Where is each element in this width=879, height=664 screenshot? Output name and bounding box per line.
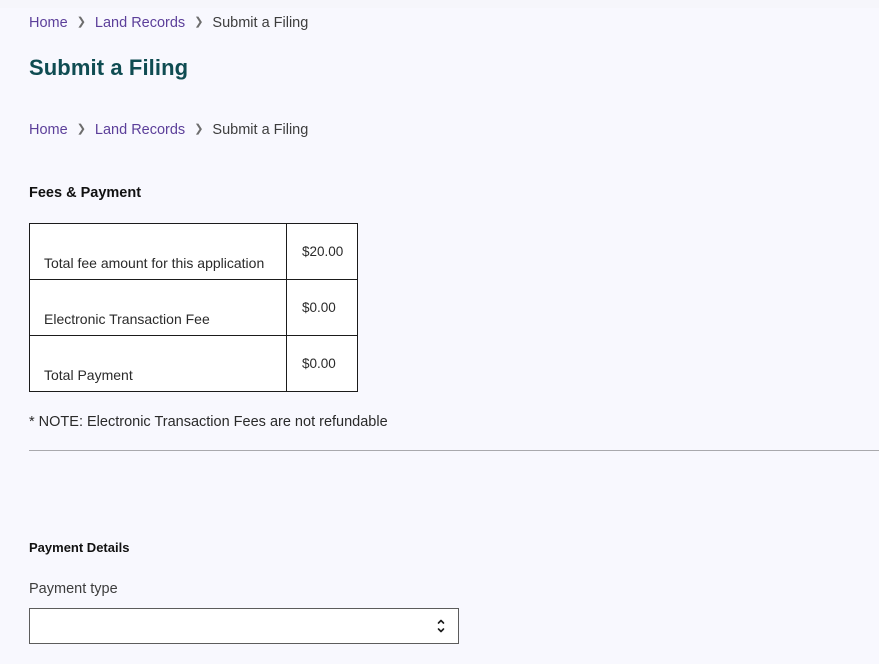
fee-label-cell: Total fee amount for this application <box>29 223 287 280</box>
breadcrumb-current: Submit a Filing <box>212 15 309 31</box>
fee-table: Total fee amount for this application $2… <box>29 223 358 392</box>
table-row: Electronic Transaction Fee $0.00 <box>29 279 358 336</box>
refund-note: * NOTE: Electronic Transaction Fees are … <box>29 414 388 430</box>
breadcrumb-home-link[interactable]: Home <box>29 14 68 32</box>
fee-value: $0.00 <box>302 300 336 315</box>
table-row: Total fee amount for this application $2… <box>29 223 358 280</box>
fees-payment-heading: Fees & Payment <box>29 185 142 201</box>
breadcrumb-land-records-link[interactable]: Land Records <box>95 14 185 32</box>
chevron-right-icon: ❯ <box>76 16 86 28</box>
fee-value-cell: $0.00 <box>286 279 358 336</box>
top-band <box>0 0 879 8</box>
table-row: Total Payment $0.00 <box>29 335 358 392</box>
fee-label: Total Payment <box>44 367 133 383</box>
fee-value: $0.00 <box>302 356 336 371</box>
chevron-right-icon: ❯ <box>194 123 204 135</box>
payment-type-label: Payment type <box>29 581 118 597</box>
chevron-right-icon: ❯ <box>76 123 86 135</box>
payment-details-heading: Payment Details <box>29 540 130 555</box>
breadcrumb-land-records-link[interactable]: Land Records <box>95 121 185 139</box>
fee-label-cell: Electronic Transaction Fee <box>29 279 287 336</box>
fee-label: Electronic Transaction Fee <box>44 311 210 327</box>
breadcrumb-current: Submit a Filing <box>212 122 309 138</box>
fee-label-cell: Total Payment <box>29 335 287 392</box>
chevron-right-icon: ❯ <box>194 16 204 28</box>
fee-value-cell: $0.00 <box>286 335 358 392</box>
fee-value-cell: $20.00 <box>286 223 358 280</box>
payment-type-select[interactable] <box>29 608 459 644</box>
fee-label: Total fee amount for this application <box>44 255 265 271</box>
fee-value: $20.00 <box>302 244 344 259</box>
chevron-up-down-icon <box>437 619 445 633</box>
breadcrumb: Home ❯ Land Records ❯ Submit a Filing <box>29 14 308 32</box>
breadcrumb-home-link[interactable]: Home <box>29 121 68 139</box>
breadcrumb-secondary: Home ❯ Land Records ❯ Submit a Filing <box>29 121 308 139</box>
section-divider <box>29 450 879 451</box>
page-title: Submit a Filing <box>29 55 189 80</box>
